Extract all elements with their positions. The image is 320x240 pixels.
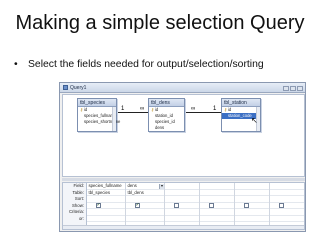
grid-or-cell[interactable] [165,216,199,222]
grid-row-labels: Field: Table: Sort: Show: Criteria: or: [63,183,87,229]
table-tbl-dens[interactable]: tbl_dens ⚷id station_id species_id dens [148,98,185,132]
minimize-button[interactable] [283,86,289,91]
show-checkbox[interactable] [243,203,249,208]
grid-or-cell[interactable] [235,216,269,222]
close-button[interactable] [297,86,303,91]
table-tbl-species[interactable]: tbl_species ⚷id species_fullname species… [77,98,120,132]
relationship-line-species-dens [117,112,148,113]
relationship-one-mark: 1 [121,106,125,112]
grid-column[interactable]: dens ▼ tbl_dens [126,183,165,229]
table-design-area[interactable]: 1 ∞ ∞ 1 tbl_species ⚷id species_fullname… [62,94,305,177]
relationship-line-dens-station [185,112,221,113]
bullet-icon: • [14,59,18,70]
show-checkbox[interactable] [208,203,214,208]
field-item[interactable]: dens [149,125,184,131]
table-scrollbar[interactable] [112,107,116,131]
bullet-text: Select the fields needed for output/sele… [28,59,264,70]
show-checkbox[interactable] [278,203,284,208]
grid-column[interactable] [270,183,304,229]
query-design-grid[interactable]: Field: Table: Sort: Show: Criteria: or: … [62,182,305,230]
relationship-many-mark: ∞ [140,106,145,112]
table-header[interactable]: tbl_dens [149,99,184,107]
maximize-button[interactable] [290,86,296,91]
grid-or-cell[interactable] [270,216,304,222]
mouse-cursor-icon: ↖ [251,116,258,125]
table-header[interactable]: tbl_station [222,99,260,107]
grid-horizontal-scrollbar[interactable] [63,225,304,229]
show-checkbox[interactable] [173,203,179,208]
grid-column[interactable] [165,183,200,229]
grid-or-cell[interactable] [87,216,125,222]
window-titlebar[interactable]: Query1 [60,83,305,93]
grid-column[interactable] [235,183,270,229]
pane-splitter[interactable] [62,178,305,181]
table-header[interactable]: tbl_species [78,99,116,107]
grid-column[interactable]: species_fullname tbl_species [87,183,126,229]
table-tbl-station[interactable]: tbl_station ⚷id station_code [221,98,261,132]
grid-or-cell[interactable] [126,216,164,222]
relationship-one-mark: 1 [213,106,217,112]
grid-or-cell[interactable] [200,216,234,222]
dropdown-arrow-icon[interactable]: ▼ [159,183,164,189]
query-icon [63,85,68,90]
field-item[interactable]: species_shortname [78,119,120,125]
relationship-many-mark: ∞ [191,106,196,112]
bullet-point: • Select the fields needed for output/sel… [14,59,314,70]
row-label-or: or: [78,215,84,221]
window-title: Query1 [70,85,87,91]
grid-column[interactable] [200,183,235,229]
slide-title: Making a simple selection Query [15,12,305,34]
query-design-window[interactable]: Query1 1 ∞ ∞ 1 tbl_species ⚷id species_f… [59,82,306,232]
show-checkbox[interactable] [95,203,101,208]
show-checkbox[interactable] [134,203,140,208]
